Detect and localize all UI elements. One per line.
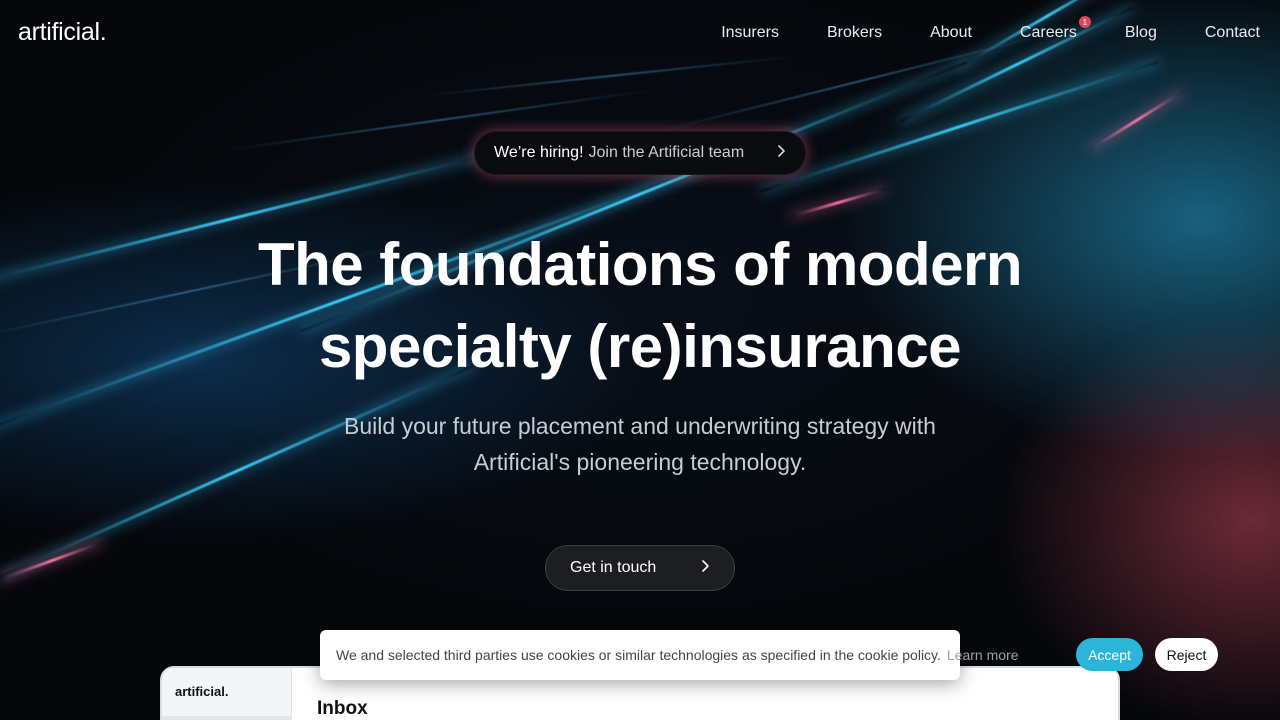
careers-count-badge: 1: [1078, 16, 1091, 28]
hiring-banner-button[interactable]: We’re hiring! Join the Artificial team: [474, 131, 806, 175]
main-nav: Insurers Brokers About Careers 1 Blog Co…: [721, 16, 1260, 42]
app-preview-logo: artificial.: [175, 684, 229, 699]
nav-item-brokers[interactable]: Brokers: [827, 24, 882, 42]
nav-item-about[interactable]: About: [930, 24, 972, 42]
nav-item-careers-label: Careers: [1019, 24, 1077, 41]
chevron-right-icon: [700, 559, 710, 577]
app-preview-sidebar-item: [162, 716, 292, 720]
hero-headline-line-1: The foundations of modern: [257, 231, 1023, 298]
nav-item-careers[interactable]: Careers 1: [1019, 16, 1091, 42]
cookie-banner: We and selected third parties use cookie…: [320, 630, 1019, 680]
app-preview-sidebar: artificial.: [162, 668, 292, 720]
cookie-accept-button[interactable]: Accept: [1076, 638, 1143, 671]
nav-item-insurers[interactable]: Insurers: [721, 24, 779, 42]
hero-headline-line-2: specialty (re)insurance: [318, 313, 962, 380]
cookie-learn-more-link[interactable]: Learn more: [947, 647, 1019, 663]
app-preview-title: Inbox: [317, 698, 368, 719]
nav-item-contact[interactable]: Contact: [1205, 24, 1260, 42]
hero-subtitle-line-2: Artificial's pioneering technology.: [473, 449, 807, 475]
hero-subtitle: Build your future placement and underwri…: [0, 408, 1280, 480]
hero-subtitle-line-1: Build your future placement and underwri…: [344, 413, 936, 439]
hero-headline: The foundations of modern specialty (re)…: [0, 224, 1280, 388]
brand-logo[interactable]: artificial.: [18, 18, 107, 47]
chevron-right-icon: [776, 144, 786, 162]
cookie-banner-text: We and selected third parties use cookie…: [336, 647, 941, 663]
hiring-banner-strong: We’re hiring!: [494, 144, 584, 161]
nav-item-blog[interactable]: Blog: [1125, 24, 1157, 42]
cookie-reject-button[interactable]: Reject: [1155, 638, 1218, 671]
get-in-touch-button[interactable]: Get in touch: [545, 545, 735, 591]
get-in-touch-label: Get in touch: [570, 559, 657, 576]
hiring-banner-text: Join the Artificial team: [588, 144, 745, 161]
